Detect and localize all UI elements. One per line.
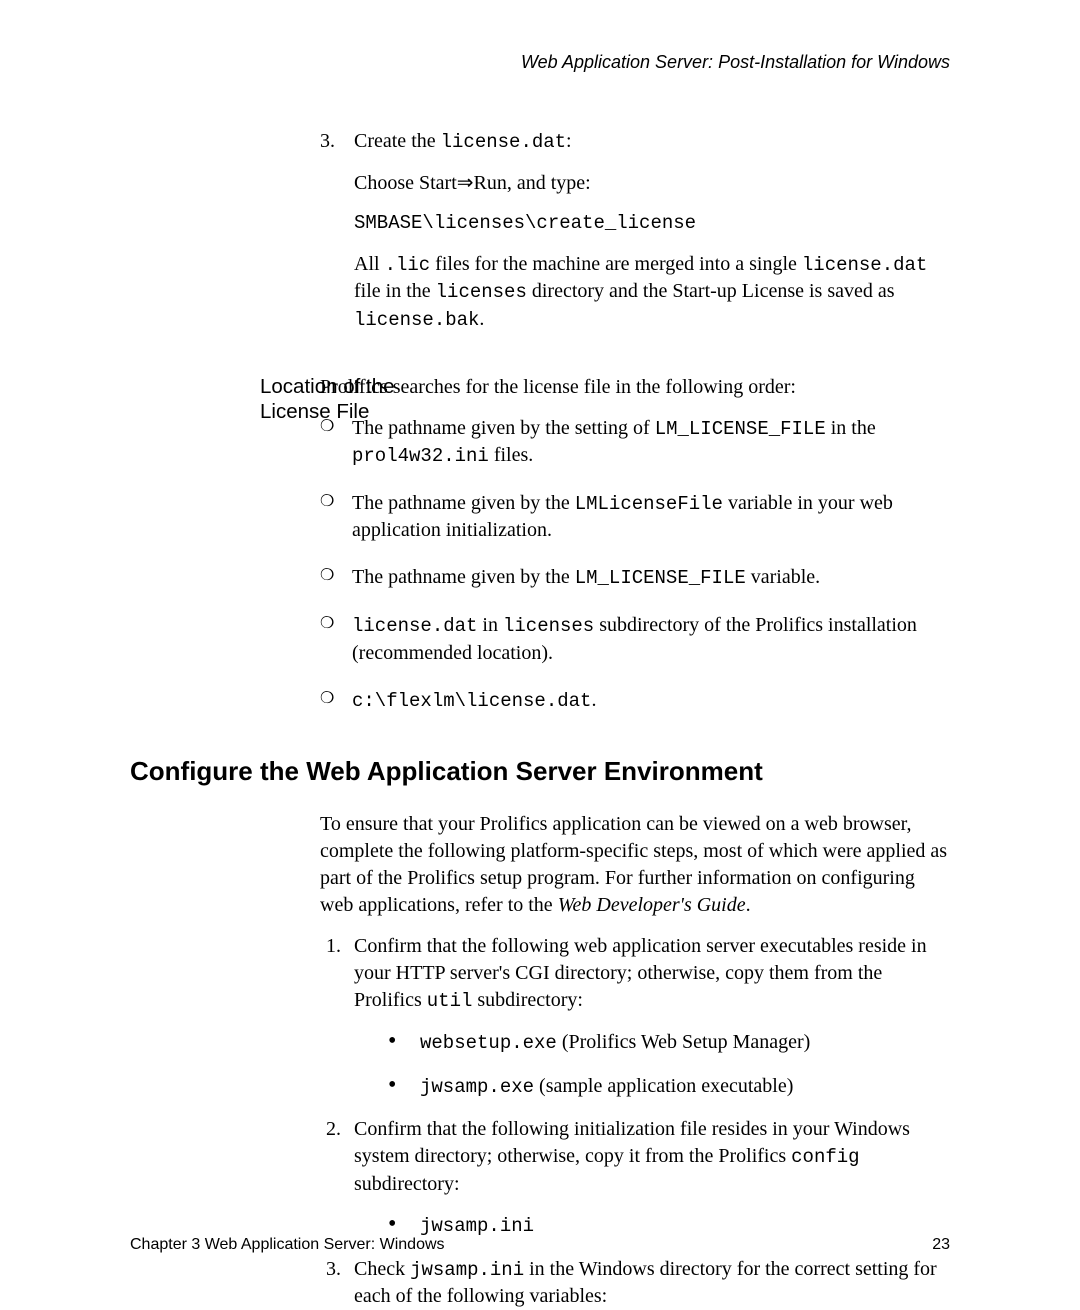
list-item: jwsamp.exe (sample application executabl… [388, 1073, 950, 1101]
step3-cmd: SMBASE\licenses\create_license [354, 211, 950, 237]
list-item: websetup.exe (Prolifics Web Setup Manage… [388, 1029, 950, 1057]
list-item: The pathname given by the LM_LICENSE_FIL… [320, 564, 950, 592]
list-item: The pathname given by the setting of LM_… [320, 415, 950, 470]
location-block: Prolifics searches for the license file … [320, 374, 950, 715]
footer-page-number: 23 [932, 1234, 950, 1256]
list-item: Check jwsamp.ini in the Windows director… [346, 1256, 950, 1310]
location-list: The pathname given by the setting of LM_… [320, 415, 950, 715]
page: Web Application Server: Post-Installatio… [0, 0, 1080, 1296]
step3-block: 3. Create the license.dat: Choose Start⇒… [320, 128, 950, 347]
step3-run-line: Choose Start⇒Run, and type: [354, 170, 950, 197]
list-item: The pathname given by the LMLicenseFile … [320, 490, 950, 545]
configure-intro: To ensure that your Prolifics applicatio… [320, 811, 950, 919]
list-item: Confirm that the following initializatio… [346, 1116, 950, 1239]
page-footer: Chapter 3 Web Application Server: Window… [130, 1234, 950, 1256]
list-item: Confirm that the following web applicati… [346, 933, 950, 1100]
list-item: c:\flexlm\license.dat. [320, 687, 950, 715]
list-item: license.dat in licenses subdirectory of … [320, 612, 950, 667]
section-heading: Configure the Web Application Server Env… [130, 754, 950, 789]
step3-lead: Create the license.dat: [354, 128, 950, 156]
running-header: Web Application Server: Post-Installatio… [130, 50, 950, 74]
step3-number: 3. [320, 128, 346, 347]
step3-merge: All .lic files for the machine are merge… [354, 251, 950, 334]
exec-list: websetup.exe (Prolifics Web Setup Manage… [354, 1029, 950, 1100]
footer-chapter: Chapter 3 Web Application Server: Window… [130, 1234, 445, 1256]
